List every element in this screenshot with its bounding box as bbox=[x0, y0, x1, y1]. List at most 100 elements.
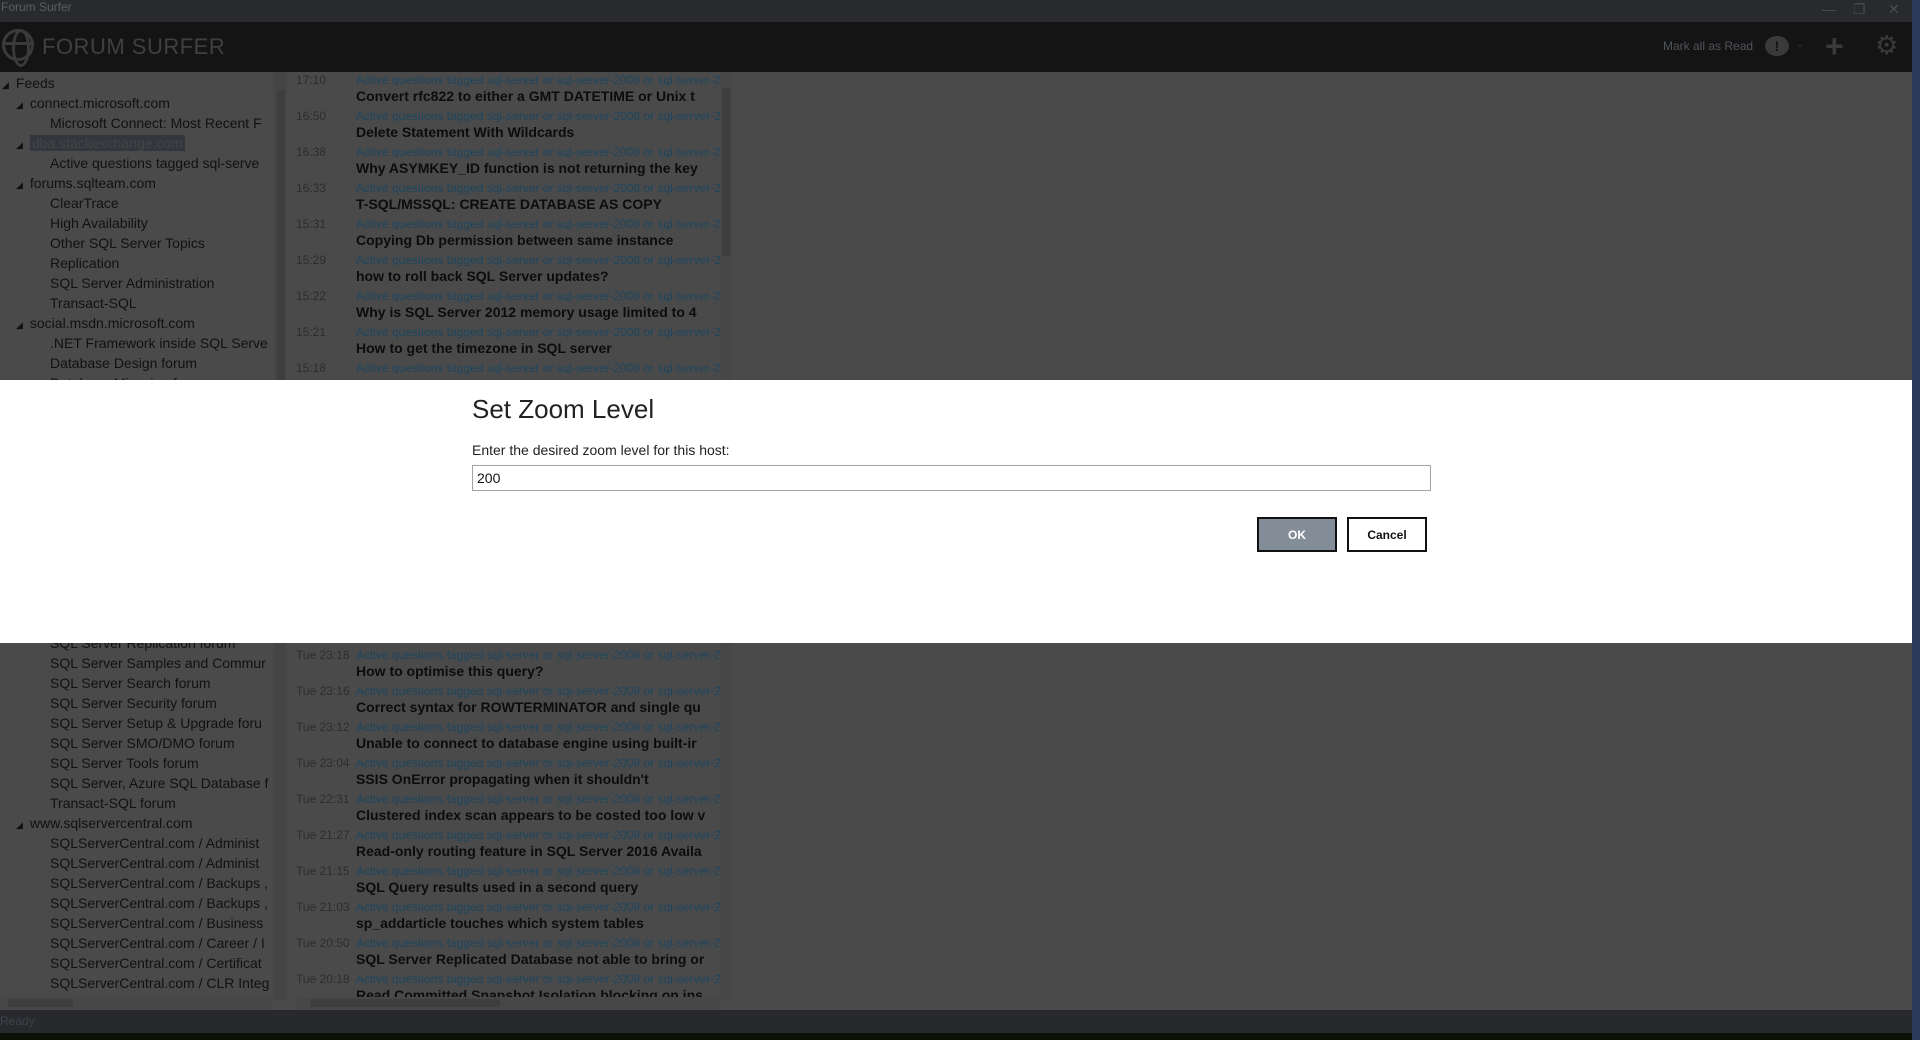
tree-item[interactable]: ◢ forums.sqlteam.com bbox=[0, 173, 272, 193]
tree-item[interactable]: Transact-SQL forum bbox=[0, 793, 272, 813]
tree-item[interactable]: SQL Server Setup & Upgrade foru bbox=[0, 713, 272, 733]
expand-triangle-icon[interactable]: ◢ bbox=[16, 315, 26, 335]
tree-item[interactable]: SQL Server SMO/DMO forum bbox=[0, 733, 272, 753]
post-item[interactable]: 15:18 Active questions tagged sql-server … bbox=[290, 361, 720, 380]
post-title[interactable]: How to optimise this query? bbox=[356, 663, 543, 679]
tree-item[interactable]: Database Mirroring f bbox=[0, 373, 272, 380]
post-item[interactable]: Tue 21:15 Active questions tagged sql-ser… bbox=[290, 864, 720, 900]
tree-item[interactable]: ◢ connect.microsoft.com bbox=[0, 93, 272, 113]
post-title[interactable]: Copying Db permission between same insta… bbox=[356, 232, 673, 248]
tree-item[interactable]: .NET Framework inside SQL Serve bbox=[0, 333, 272, 353]
post-title[interactable]: Correct syntax for ROWTERMINATOR and sin… bbox=[356, 699, 701, 715]
tree-item[interactable]: Active questions tagged sql-serve bbox=[0, 153, 272, 173]
post-title[interactable]: Convert rfc822 to either a GMT DATETIME … bbox=[356, 88, 695, 104]
post-feed-link[interactable]: Active questions tagged sql-server or sq… bbox=[356, 73, 720, 87]
list-hscroll-thumb[interactable] bbox=[310, 999, 500, 1007]
tree-item[interactable]: SQLServerCentral.com / Backups , bbox=[0, 893, 272, 913]
post-item[interactable]: 15:31 Active questions tagged sql-server … bbox=[290, 217, 720, 253]
tree-item[interactable]: Microsoft Connect: Most Recent F bbox=[0, 113, 272, 133]
post-feed-link[interactable]: Active questions tagged sql-server or sq… bbox=[356, 936, 720, 950]
post-feed-link[interactable]: Active questions tagged sql-server or sq… bbox=[356, 145, 720, 159]
post-item[interactable]: Tue 21:27 Active questions tagged sql-ser… bbox=[290, 828, 720, 864]
tree-item[interactable]: SQLServerCentral.com / Certificat bbox=[0, 953, 272, 973]
tree-item[interactable]: SQL Server Samples and Commur bbox=[0, 653, 272, 673]
chevron-down-icon[interactable]: ⌄ bbox=[1795, 36, 1805, 50]
tree-item[interactable]: SQL Server Security forum bbox=[0, 693, 272, 713]
tree-item[interactable]: SQLServerCentral.com / CLR Integ bbox=[0, 973, 272, 993]
tree-item[interactable]: ◢ Feeds bbox=[0, 73, 272, 93]
tree-hscroll-thumb[interactable] bbox=[8, 999, 73, 1007]
post-item[interactable]: 16:50 Active questions tagged sql-server … bbox=[290, 109, 720, 145]
tree-item[interactable]: SQLServerCentral.com / Administ bbox=[0, 833, 272, 853]
post-item[interactable]: 15:21 Active questions tagged sql-server … bbox=[290, 325, 720, 361]
expand-triangle-icon[interactable]: ◢ bbox=[16, 135, 26, 155]
post-item[interactable]: Tue 23:12 Active questions tagged sql-ser… bbox=[290, 720, 720, 756]
tree-item[interactable]: Other SQL Server Topics bbox=[0, 233, 272, 253]
expand-triangle-icon[interactable]: ◢ bbox=[16, 175, 26, 195]
post-item[interactable]: Tue 21:03 Active questions tagged sql-ser… bbox=[290, 900, 720, 936]
post-feed-link[interactable]: Active questions tagged sql-server or sq… bbox=[356, 720, 720, 734]
post-title[interactable]: Unable to connect to database engine usi… bbox=[356, 735, 697, 751]
tree-item[interactable]: Database Design forum bbox=[0, 353, 272, 373]
tree-item[interactable]: Replication bbox=[0, 253, 272, 273]
post-title[interactable]: SQL Query results used in a second query bbox=[356, 879, 638, 895]
post-item[interactable]: Tue 23:18 Active questions tagged sql-ser… bbox=[290, 648, 720, 684]
cancel-button[interactable]: Cancel bbox=[1347, 517, 1427, 552]
tree-scroll-thumb[interactable] bbox=[277, 90, 285, 380]
tree-item[interactable]: SQL Server Administration bbox=[0, 273, 272, 293]
post-item[interactable]: 17:10 Active questions tagged sql-server … bbox=[290, 73, 720, 109]
post-item[interactable]: 15:22 Active questions tagged sql-server … bbox=[290, 289, 720, 325]
post-feed-link[interactable]: Active questions tagged sql-server or sq… bbox=[356, 181, 720, 195]
post-feed-link[interactable]: Active questions tagged sql-server or sq… bbox=[356, 253, 720, 267]
close-button[interactable]: ✕ bbox=[1888, 2, 1900, 16]
post-feed-link[interactable]: Active questions tagged sql-server or sq… bbox=[356, 864, 720, 878]
tree-item[interactable]: SQL Server Search forum bbox=[0, 673, 272, 693]
tree-item[interactable]: High Availability bbox=[0, 213, 272, 233]
tree-item[interactable]: Transact-SQL bbox=[0, 293, 272, 313]
post-feed-link[interactable]: Active questions tagged sql-server or sq… bbox=[356, 684, 720, 698]
ok-button[interactable]: OK bbox=[1257, 517, 1337, 552]
tree-item[interactable]: SQLServerCentral.com / Administ bbox=[0, 853, 272, 873]
post-title[interactable]: SSIS OnError propagating when it shouldn… bbox=[356, 771, 649, 787]
tree-item[interactable]: SQLServerCentral.com / Career / I bbox=[0, 933, 272, 953]
post-title[interactable]: sp_addarticle touches which system table… bbox=[356, 915, 644, 931]
post-feed-link[interactable]: Active questions tagged sql-server or sq… bbox=[356, 792, 720, 806]
tree-item[interactable]: ◢ dba.stackexchange.com bbox=[0, 133, 272, 153]
expand-triangle-icon[interactable]: ◢ bbox=[16, 815, 26, 835]
tree-item[interactable]: ◢ www.sqlservercentral.com bbox=[0, 813, 272, 833]
list-scroll-thumb[interactable] bbox=[722, 88, 730, 256]
post-feed-link[interactable]: Active questions tagged sql-server or sq… bbox=[356, 828, 720, 842]
tree-item[interactable]: SQLServerCentral.com / Business bbox=[0, 913, 272, 933]
tree-item[interactable]: ◢ social.msdn.microsoft.com bbox=[0, 313, 272, 333]
post-feed-link[interactable]: Active questions tagged sql-server or sq… bbox=[356, 217, 720, 231]
post-feed-link[interactable]: Active questions tagged sql-server or sq… bbox=[356, 900, 720, 914]
post-item[interactable]: Tue 23:16 Active questions tagged sql-ser… bbox=[290, 684, 720, 720]
post-title[interactable]: Clustered index scan appears to be coste… bbox=[356, 807, 705, 823]
expand-triangle-icon[interactable]: ◢ bbox=[2, 75, 12, 95]
post-title[interactable]: How to get the timezone in SQL server bbox=[356, 340, 612, 356]
post-item[interactable]: Tue 20:50 Active questions tagged sql-ser… bbox=[290, 936, 720, 972]
post-feed-link[interactable]: Active questions tagged sql-server or sq… bbox=[356, 972, 720, 986]
post-item[interactable]: Tue 20:18 Active questions tagged sql-ser… bbox=[290, 972, 720, 1000]
alert-icon[interactable]: ! bbox=[1765, 36, 1789, 56]
post-title[interactable]: T-SQL/MSSQL: CREATE DATABASE AS COPY bbox=[356, 196, 662, 212]
post-title[interactable]: SQL Server Replicated Database not able … bbox=[356, 951, 704, 967]
tree-item[interactable]: SQL Server Tools forum bbox=[0, 753, 272, 773]
tree-item[interactable]: SQLServerCentral.com / Backups , bbox=[0, 873, 272, 893]
restore-button[interactable]: ❐ bbox=[1853, 2, 1866, 16]
minimize-button[interactable]: — bbox=[1822, 2, 1836, 16]
expand-triangle-icon[interactable]: ◢ bbox=[16, 95, 26, 115]
post-title[interactable]: how to roll back SQL Server updates? bbox=[356, 268, 609, 284]
post-feed-link[interactable]: Active questions tagged sql-server or sq… bbox=[356, 756, 720, 770]
post-item[interactable]: 16:38 Active questions tagged sql-server … bbox=[290, 145, 720, 181]
gear-icon[interactable]: ⚙ bbox=[1875, 30, 1898, 61]
tree-item[interactable]: ClearTrace bbox=[0, 193, 272, 213]
post-title[interactable]: Why is SQL Server 2012 memory usage limi… bbox=[356, 304, 697, 320]
post-feed-link[interactable]: Active questions tagged sql-server or sq… bbox=[356, 109, 720, 123]
tree-item[interactable]: SQL Server, Azure SQL Database f bbox=[0, 773, 272, 793]
mark-all-read-button[interactable]: Mark all as Read bbox=[1663, 39, 1753, 53]
post-title[interactable]: Delete Statement With Wildcards bbox=[356, 124, 574, 140]
post-item[interactable]: 16:33 Active questions tagged sql-server … bbox=[290, 181, 720, 217]
post-title[interactable]: Read-only routing feature in SQL Server … bbox=[356, 843, 702, 859]
add-feed-icon[interactable]: + bbox=[1825, 28, 1844, 65]
